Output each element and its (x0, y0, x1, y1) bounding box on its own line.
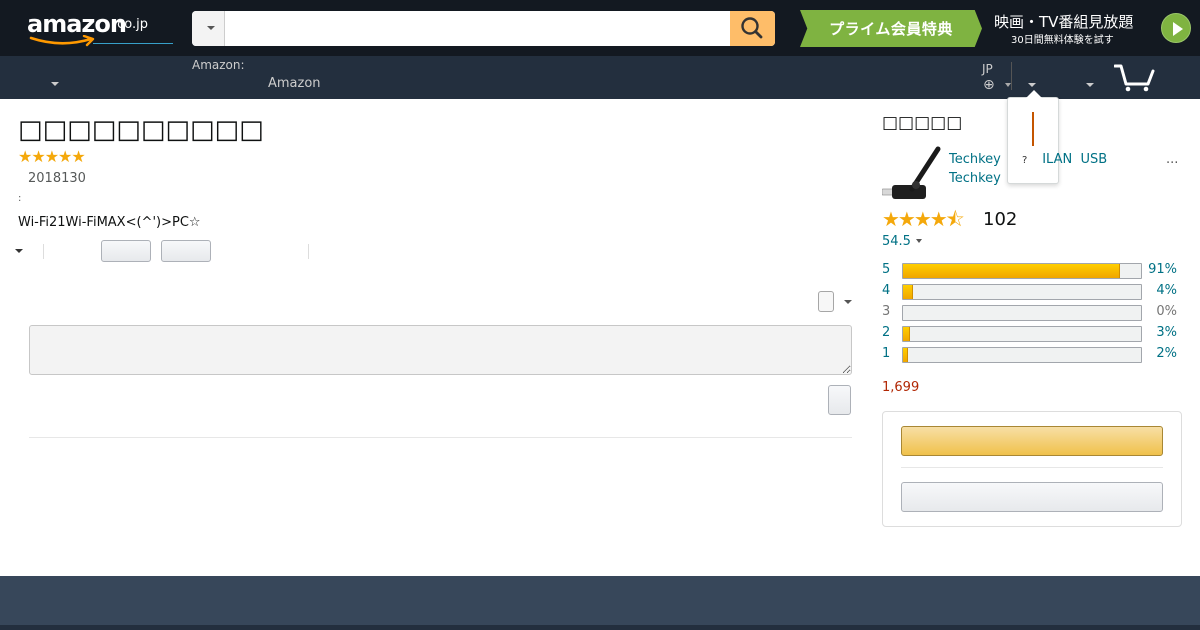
prime-banner[interactable]: プライム会員特典 (800, 10, 982, 47)
chevron-down-icon (207, 26, 215, 30)
product-star-rating[interactable]: ★★★★⯪ (882, 208, 965, 230)
histogram-star-label[interactable]: 2 (882, 325, 890, 340)
histogram-bar[interactable] (902, 326, 1142, 342)
cart-icon[interactable] (1114, 62, 1158, 92)
smile-arrow-icon (29, 35, 95, 47)
histogram-star-label[interactable]: 1 (882, 346, 890, 361)
product-brand-link[interactable]: Techkey (949, 171, 1001, 186)
histogram-percent[interactable]: 4% (1156, 283, 1177, 298)
footer-bottom-bar (0, 625, 1200, 630)
product-image[interactable] (882, 145, 942, 203)
histogram-bar-fill (903, 264, 1120, 278)
search-bar (192, 11, 775, 46)
product-title-link[interactable]: Techkey ILAN USB (949, 152, 1107, 167)
chevron-down-icon[interactable] (916, 239, 922, 243)
rating-count: 102 (983, 209, 1018, 230)
search-icon (741, 17, 763, 39)
review-action-row (12, 240, 312, 262)
comment-textarea[interactable] (29, 325, 852, 375)
play-icon[interactable] (1161, 13, 1191, 43)
chevron-down-icon[interactable] (15, 249, 23, 253)
logo-tld: .co.jp (113, 17, 149, 32)
histogram-row[interactable]: 2 3% (882, 325, 1182, 342)
search-category-dropdown[interactable] (192, 11, 225, 46)
prime-video-title[interactable]: 映画・TV番組見放題 (994, 11, 1133, 32)
histogram-percent[interactable]: 3% (1156, 325, 1177, 340)
buy-box (882, 411, 1182, 527)
add-to-cart-button[interactable] (901, 482, 1163, 512)
buy-now-button[interactable] (901, 426, 1163, 456)
histogram-star-label[interactable]: 5 (882, 262, 890, 277)
deliver-to-label: Amazon: (192, 58, 245, 72)
helpful-button[interactable] (101, 240, 151, 262)
divider (308, 244, 309, 259)
popover-divider (1032, 112, 1034, 146)
globe-icon[interactable]: ⊕ (983, 77, 995, 93)
histogram-percent[interactable]: 91% (1148, 262, 1177, 277)
logo-wordmark: amazon (27, 10, 127, 38)
histogram-bar (902, 305, 1142, 321)
logo-underline (93, 43, 173, 44)
review-date: 2018130 (28, 171, 86, 186)
chevron-down-icon[interactable] (844, 300, 852, 304)
comment-submit-button[interactable] (828, 385, 851, 415)
nav-sub-bar (0, 56, 1200, 99)
account-popover: ? (1007, 90, 1059, 184)
divider (901, 467, 1163, 468)
more-ellipsis[interactable]: ... (1166, 152, 1178, 167)
histogram-percent: 0% (1156, 304, 1177, 319)
search-button[interactable] (730, 11, 775, 46)
nav-link-amazon[interactable]: Amazon (268, 76, 321, 91)
footer (0, 576, 1200, 625)
orders-chevron-icon[interactable] (1086, 83, 1094, 87)
review-body: Wi-Fi21Wi-FiMAX<(^')>PC☆ (18, 215, 201, 230)
divider (43, 244, 44, 259)
histogram-bar-fill (903, 348, 908, 362)
divider (29, 437, 852, 438)
comment-option-checkbox[interactable] (818, 291, 834, 312)
prime-trial-link[interactable]: 30日間無料体験を試す (1011, 31, 1114, 46)
account-chevron-icon[interactable] (1028, 83, 1036, 87)
review-star-rating: ★★★★★ (18, 147, 86, 166)
histogram-bar[interactable] (902, 263, 1142, 279)
histogram-row[interactable]: 1 2% (882, 346, 1182, 363)
histogram-bar[interactable] (902, 284, 1142, 300)
histogram-star-label[interactable]: 4 (882, 283, 890, 298)
review-meta: : (18, 193, 22, 204)
histogram-bar-fill (903, 327, 911, 341)
review-title: □□□□□□□□□□ (18, 115, 264, 145)
histogram-row[interactable]: 4 4% (882, 283, 1182, 300)
amazon-logo[interactable]: amazon .co.jp (27, 9, 173, 49)
report-button[interactable] (161, 240, 211, 262)
search-input[interactable] (226, 11, 730, 46)
product-price: 1,699 (882, 380, 920, 395)
chevron-down-icon[interactable] (51, 82, 59, 86)
histogram-row: 3 0% (882, 304, 1182, 321)
language-code[interactable]: JP (982, 62, 993, 76)
histogram-star-label: 3 (882, 304, 891, 319)
histogram-bar[interactable] (902, 347, 1142, 363)
product-section-heading: □□□□□ (882, 113, 963, 133)
histogram-row[interactable]: 5 91% (882, 262, 1182, 279)
histogram-bar-fill (903, 285, 913, 299)
rating-average-link[interactable]: 54.5 (882, 234, 911, 249)
divider (1011, 62, 1012, 90)
prime-banner-label: プライム会員特典 (829, 20, 953, 38)
histogram-percent[interactable]: 2% (1156, 346, 1177, 361)
